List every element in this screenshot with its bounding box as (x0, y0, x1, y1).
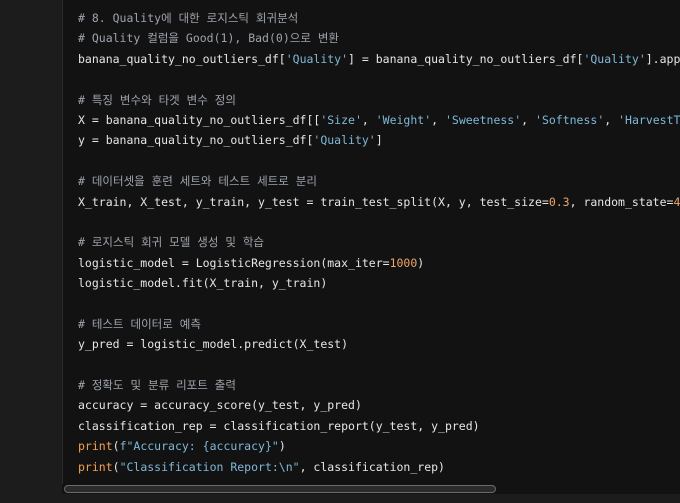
code-string: 'Size' (320, 112, 362, 127)
code-line: y_pred = logistic_model.predict(X_test) (78, 334, 680, 354)
code-string: 'Sweetness' (444, 112, 522, 127)
code-string: 'Quality' (313, 133, 376, 148)
code-line: # 로지스틱 회귀 모델 생성 및 학습 (78, 232, 680, 252)
code-string: 'Weight' (375, 112, 432, 127)
code-comment: # 특징 변수와 타겟 변수 정의 (78, 92, 236, 107)
code-line: # 8. Quality에 대한 로지스틱 회귀분석 (78, 8, 680, 28)
code-string: 'HarvestTime (618, 112, 680, 127)
code-text: , (521, 112, 536, 127)
code-line: X_train, X_test, y_train, y_test = train… (78, 192, 680, 212)
code-line: X = banana_quality_no_outliers_df[['Size… (78, 110, 680, 130)
code-string: 'Quality' (285, 51, 349, 66)
code-line: classification_rep = classification_repo… (78, 416, 680, 436)
code-string: f"Accuracy: {accuracy}" (119, 439, 279, 454)
code-line: # 테스트 데이터로 예측 (78, 314, 680, 334)
code-text: y_pred = logistic_model.predict(X_test) (78, 337, 349, 352)
code-text: , (431, 112, 445, 127)
code-keyword: print (78, 439, 113, 454)
code-line: print("Classification Report:\n", classi… (78, 457, 680, 477)
scrollbar-thumb[interactable] (64, 485, 496, 493)
code-text: , (604, 112, 619, 127)
code-line: # 특징 변수와 타겟 변수 정의 (78, 90, 680, 110)
code-number: 1000 (389, 255, 418, 270)
left-gutter (0, 0, 62, 503)
code-cell[interactable]: # 8. Quality에 대한 로지스틱 회귀분석 # Quality 컬럼을 … (62, 0, 680, 492)
code-text: ] = banana_quality_no_outliers_df[ (348, 51, 584, 66)
code-number: 42 (673, 194, 680, 209)
code-editor[interactable]: # 8. Quality에 대한 로지스틱 회귀분석 # Quality 컬럼을 … (78, 8, 680, 477)
code-text: accuracy = accuracy_score(y_test, y_pred… (78, 398, 362, 413)
code-string: 'Softness' (535, 112, 605, 127)
code-text: ) (417, 255, 425, 270)
code-line: logistic_model.fit(X_train, y_train) (78, 273, 680, 293)
code-line: logistic_model = LogisticRegression(max_… (78, 253, 680, 273)
code-text: ] (375, 133, 383, 148)
code-line: print(f"Accuracy: {accuracy}") (78, 436, 680, 456)
code-number: 0.3 (548, 194, 570, 209)
code-line: # Quality 컬럼을 Good(1), Bad(0)으로 변환 (78, 28, 680, 48)
bottom-bar (0, 494, 680, 503)
code-text: , classification_rep) (299, 459, 445, 474)
code-text: logistic_model = LogisticRegression(max_… (78, 255, 390, 270)
code-text: ) (278, 439, 286, 454)
code-text: banana_quality_no_outliers_df[ (78, 51, 286, 66)
code-comment: # 8. Quality에 대한 로지스틱 회귀분석 (78, 11, 299, 25)
code-text: ].apply( (645, 51, 680, 66)
code-line: # 데이터셋을 훈련 세트와 테스트 세트로 분리 (78, 171, 680, 191)
code-text: ( (112, 459, 120, 474)
code-text: logistic_model.fit(X_train, y_train) (78, 276, 328, 291)
code-text: X = banana_quality_no_outliers_df[[ (78, 112, 321, 127)
code-line: accuracy = accuracy_score(y_test, y_pred… (78, 395, 680, 415)
code-string: "Classification Report:\n" (119, 459, 300, 474)
code-comment: # 로지스틱 회귀 모델 생성 및 학습 (78, 235, 265, 250)
code-string: 'Quality' (583, 51, 646, 66)
code-text: ( (112, 439, 120, 454)
code-text: , (361, 112, 376, 127)
code-text: classification_rep = classification_repo… (78, 418, 480, 433)
code-text: y = banana_quality_no_outliers_df[ (78, 133, 314, 148)
code-text: X_train, X_test, y_train, y_test = train… (78, 194, 549, 209)
code-line: # 정확도 및 분류 리포트 출력 (78, 375, 680, 395)
code-keyword: print (78, 459, 113, 474)
code-line: y = banana_quality_no_outliers_df['Quali… (78, 130, 680, 150)
code-text: , random_state= (569, 194, 674, 209)
code-comment: # 정확도 및 분류 리포트 출력 (78, 378, 236, 393)
code-comment: # 데이터셋을 훈련 세트와 테스트 세트로 분리 (78, 174, 317, 189)
code-comment: # Quality 컬럼을 Good(1), Bad(0)으로 변환 (78, 31, 339, 46)
code-comment: # 테스트 데이터로 예측 (78, 316, 201, 331)
horizontal-scrollbar[interactable] (62, 484, 680, 494)
code-line: banana_quality_no_outliers_df['Quality']… (78, 49, 680, 69)
